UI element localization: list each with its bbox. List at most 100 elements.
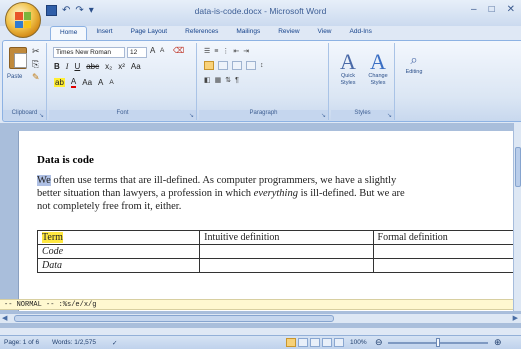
justify-icon[interactable] — [246, 61, 256, 70]
change-styles-button[interactable]: A Change Styles — [364, 51, 392, 87]
tab-view[interactable]: View — [309, 26, 341, 40]
scroll-right-icon[interactable]: ▶ — [513, 314, 518, 322]
horizontal-scrollbar[interactable]: ◀ ▶ — [0, 313, 521, 323]
shrink-font-2-icon[interactable]: A — [109, 79, 113, 86]
grow-font-2-icon[interactable]: A — [98, 78, 103, 87]
change-case-dropdown-icon[interactable]: Aa — [82, 78, 92, 87]
editing-button[interactable]: ⌕ Editing — [400, 51, 428, 76]
outline-view-icon[interactable] — [322, 338, 332, 347]
page-count[interactable]: Page: 1 of 6 — [4, 339, 39, 346]
zoom-level[interactable]: 100% — [350, 339, 367, 346]
vertical-scrollbar[interactable] — [513, 123, 521, 311]
paragraph-line-2-before: better situation than lawyers, a profess… — [37, 188, 254, 199]
italic-icon[interactable]: I — [66, 62, 69, 71]
font-color-icon[interactable]: A — [70, 77, 77, 88]
increase-indent-icon[interactable]: ⇥ — [243, 47, 249, 55]
numbering-icon[interactable]: ≡ — [214, 48, 218, 55]
proofing-icon[interactable]: ✓ — [112, 339, 117, 347]
strikethrough-icon[interactable]: abc — [86, 62, 99, 71]
font-launcher-icon[interactable]: ↘ — [189, 112, 194, 119]
font-size-combo[interactable]: 12 — [127, 47, 147, 58]
table-cell[interactable]: Data — [36, 258, 201, 273]
change-styles-icon: A — [370, 49, 386, 74]
close-button[interactable]: ✕ — [507, 4, 515, 15]
office-logo-icon — [15, 12, 31, 28]
tab-mailings[interactable]: Mailings — [227, 26, 269, 40]
styles-launcher-icon[interactable]: ↘ — [387, 112, 392, 119]
italic-word: everything — [253, 188, 298, 199]
tab-home[interactable]: Home — [50, 26, 88, 40]
bullets-icon[interactable]: ☰ — [204, 47, 210, 55]
office-button[interactable] — [5, 2, 41, 38]
grow-font-icon[interactable]: A — [150, 46, 155, 55]
tab-references[interactable]: References — [176, 26, 227, 40]
quick-styles-button[interactable]: A Quick Styles — [334, 51, 362, 87]
paragraph-group: ☰ ≡ ⋮ ⇤ ⇥ ↕ ◧ ▦ ⇅ ¶ Paragraph ↘ — [199, 43, 329, 120]
tab-review[interactable]: Review — [269, 26, 308, 40]
sort-icon[interactable]: ⇅ — [225, 76, 231, 84]
draft-view-icon[interactable] — [334, 338, 344, 347]
paragraph-launcher-icon[interactable]: ↘ — [321, 112, 326, 119]
zoom-out-icon[interactable]: ⊖ — [375, 337, 383, 348]
table-cell[interactable] — [372, 244, 521, 259]
clipboard-launcher-icon[interactable]: ↘ — [39, 112, 44, 119]
paste-button-label[interactable]: Paste — [7, 74, 22, 80]
table-cell[interactable] — [199, 244, 374, 259]
styles-group-label: Styles — [331, 110, 394, 120]
table-cell[interactable]: Code — [36, 244, 201, 259]
restore-button[interactable]: □ — [489, 4, 495, 15]
font-group: Times New Roman 12 A A ⌫ B I U abc x₂ x²… — [49, 43, 197, 120]
table-cell[interactable]: Term — [36, 230, 201, 245]
tab-add-ins[interactable]: Add-Ins — [341, 26, 381, 40]
paste-icon[interactable] — [9, 47, 27, 69]
format-painter-icon[interactable]: ✎ — [32, 72, 40, 83]
scroll-left-icon[interactable]: ◀ — [2, 314, 7, 322]
decrease-indent-icon[interactable]: ⇤ — [233, 47, 239, 55]
table-cell[interactable]: Formal definition — [372, 230, 521, 245]
print-layout-view-icon[interactable] — [286, 338, 296, 347]
cut-icon[interactable]: ✂ — [32, 46, 40, 57]
borders-icon[interactable]: ▦ — [215, 76, 222, 84]
table-cell[interactable] — [199, 258, 374, 273]
document-area: Data is code We often use terms that are… — [0, 123, 521, 328]
table-cell[interactable] — [372, 258, 521, 273]
align-center-icon[interactable] — [218, 61, 228, 70]
tab-insert[interactable]: Insert — [87, 26, 121, 40]
title-bar: ↶ ↷ ▾ data-is-code.docx - Microsoft Word… — [0, 0, 521, 26]
bold-icon[interactable]: B — [54, 62, 60, 71]
view-buttons — [286, 338, 344, 347]
underline-icon[interactable]: U — [74, 62, 80, 71]
subscript-icon[interactable]: x₂ — [105, 62, 112, 71]
word-count[interactable]: Words: 1/2,575 — [52, 339, 96, 346]
clipboard-group: Paste ✂ ⎘ ✎ Clipboard ↘ — [3, 43, 47, 120]
change-case-icon[interactable]: Aa — [131, 62, 141, 71]
shrink-font-icon[interactable]: A — [160, 47, 164, 54]
superscript-icon[interactable]: x² — [118, 62, 125, 71]
multilevel-list-icon[interactable]: ⋮ — [222, 47, 229, 55]
vertical-scroll-thumb[interactable] — [515, 147, 521, 187]
clear-formatting-icon[interactable]: ⌫ — [173, 46, 184, 55]
align-left-icon[interactable] — [204, 61, 214, 70]
font-name-combo[interactable]: Times New Roman — [53, 47, 125, 58]
tab-page-layout[interactable]: Page Layout — [122, 26, 177, 40]
minimize-button[interactable]: – — [471, 4, 477, 15]
alignment-row: ↕ — [204, 61, 264, 70]
table-row: Code — [36, 244, 521, 259]
document-page[interactable]: Data is code We often use terms that are… — [18, 131, 521, 311]
align-right-icon[interactable] — [232, 61, 242, 70]
vim-command-line[interactable]: -- NORMAL -- :%s/e/x/g — [0, 299, 521, 310]
paragraph-line-2: better situation than lawyers, a profess… — [37, 187, 521, 200]
horizontal-scroll-thumb[interactable] — [14, 315, 334, 322]
paragraph-line-2-after: is ill-defined. But we are — [297, 188, 405, 199]
line-spacing-icon[interactable]: ↕ — [260, 62, 264, 69]
zoom-in-icon[interactable]: ⊕ — [494, 337, 502, 348]
list-row: ☰ ≡ ⋮ ⇤ ⇥ — [204, 47, 249, 56]
highlight-icon[interactable]: ab — [54, 78, 65, 87]
table-cell[interactable]: Intuitive definition — [199, 230, 374, 245]
copy-icon[interactable]: ⎘ — [32, 59, 39, 70]
web-layout-view-icon[interactable] — [310, 338, 320, 347]
full-screen-reading-view-icon[interactable] — [298, 338, 308, 347]
zoom-slider-thumb[interactable] — [436, 338, 440, 347]
shading-icon[interactable]: ◧ — [204, 76, 211, 84]
show-hide-icon[interactable]: ¶ — [235, 77, 239, 84]
